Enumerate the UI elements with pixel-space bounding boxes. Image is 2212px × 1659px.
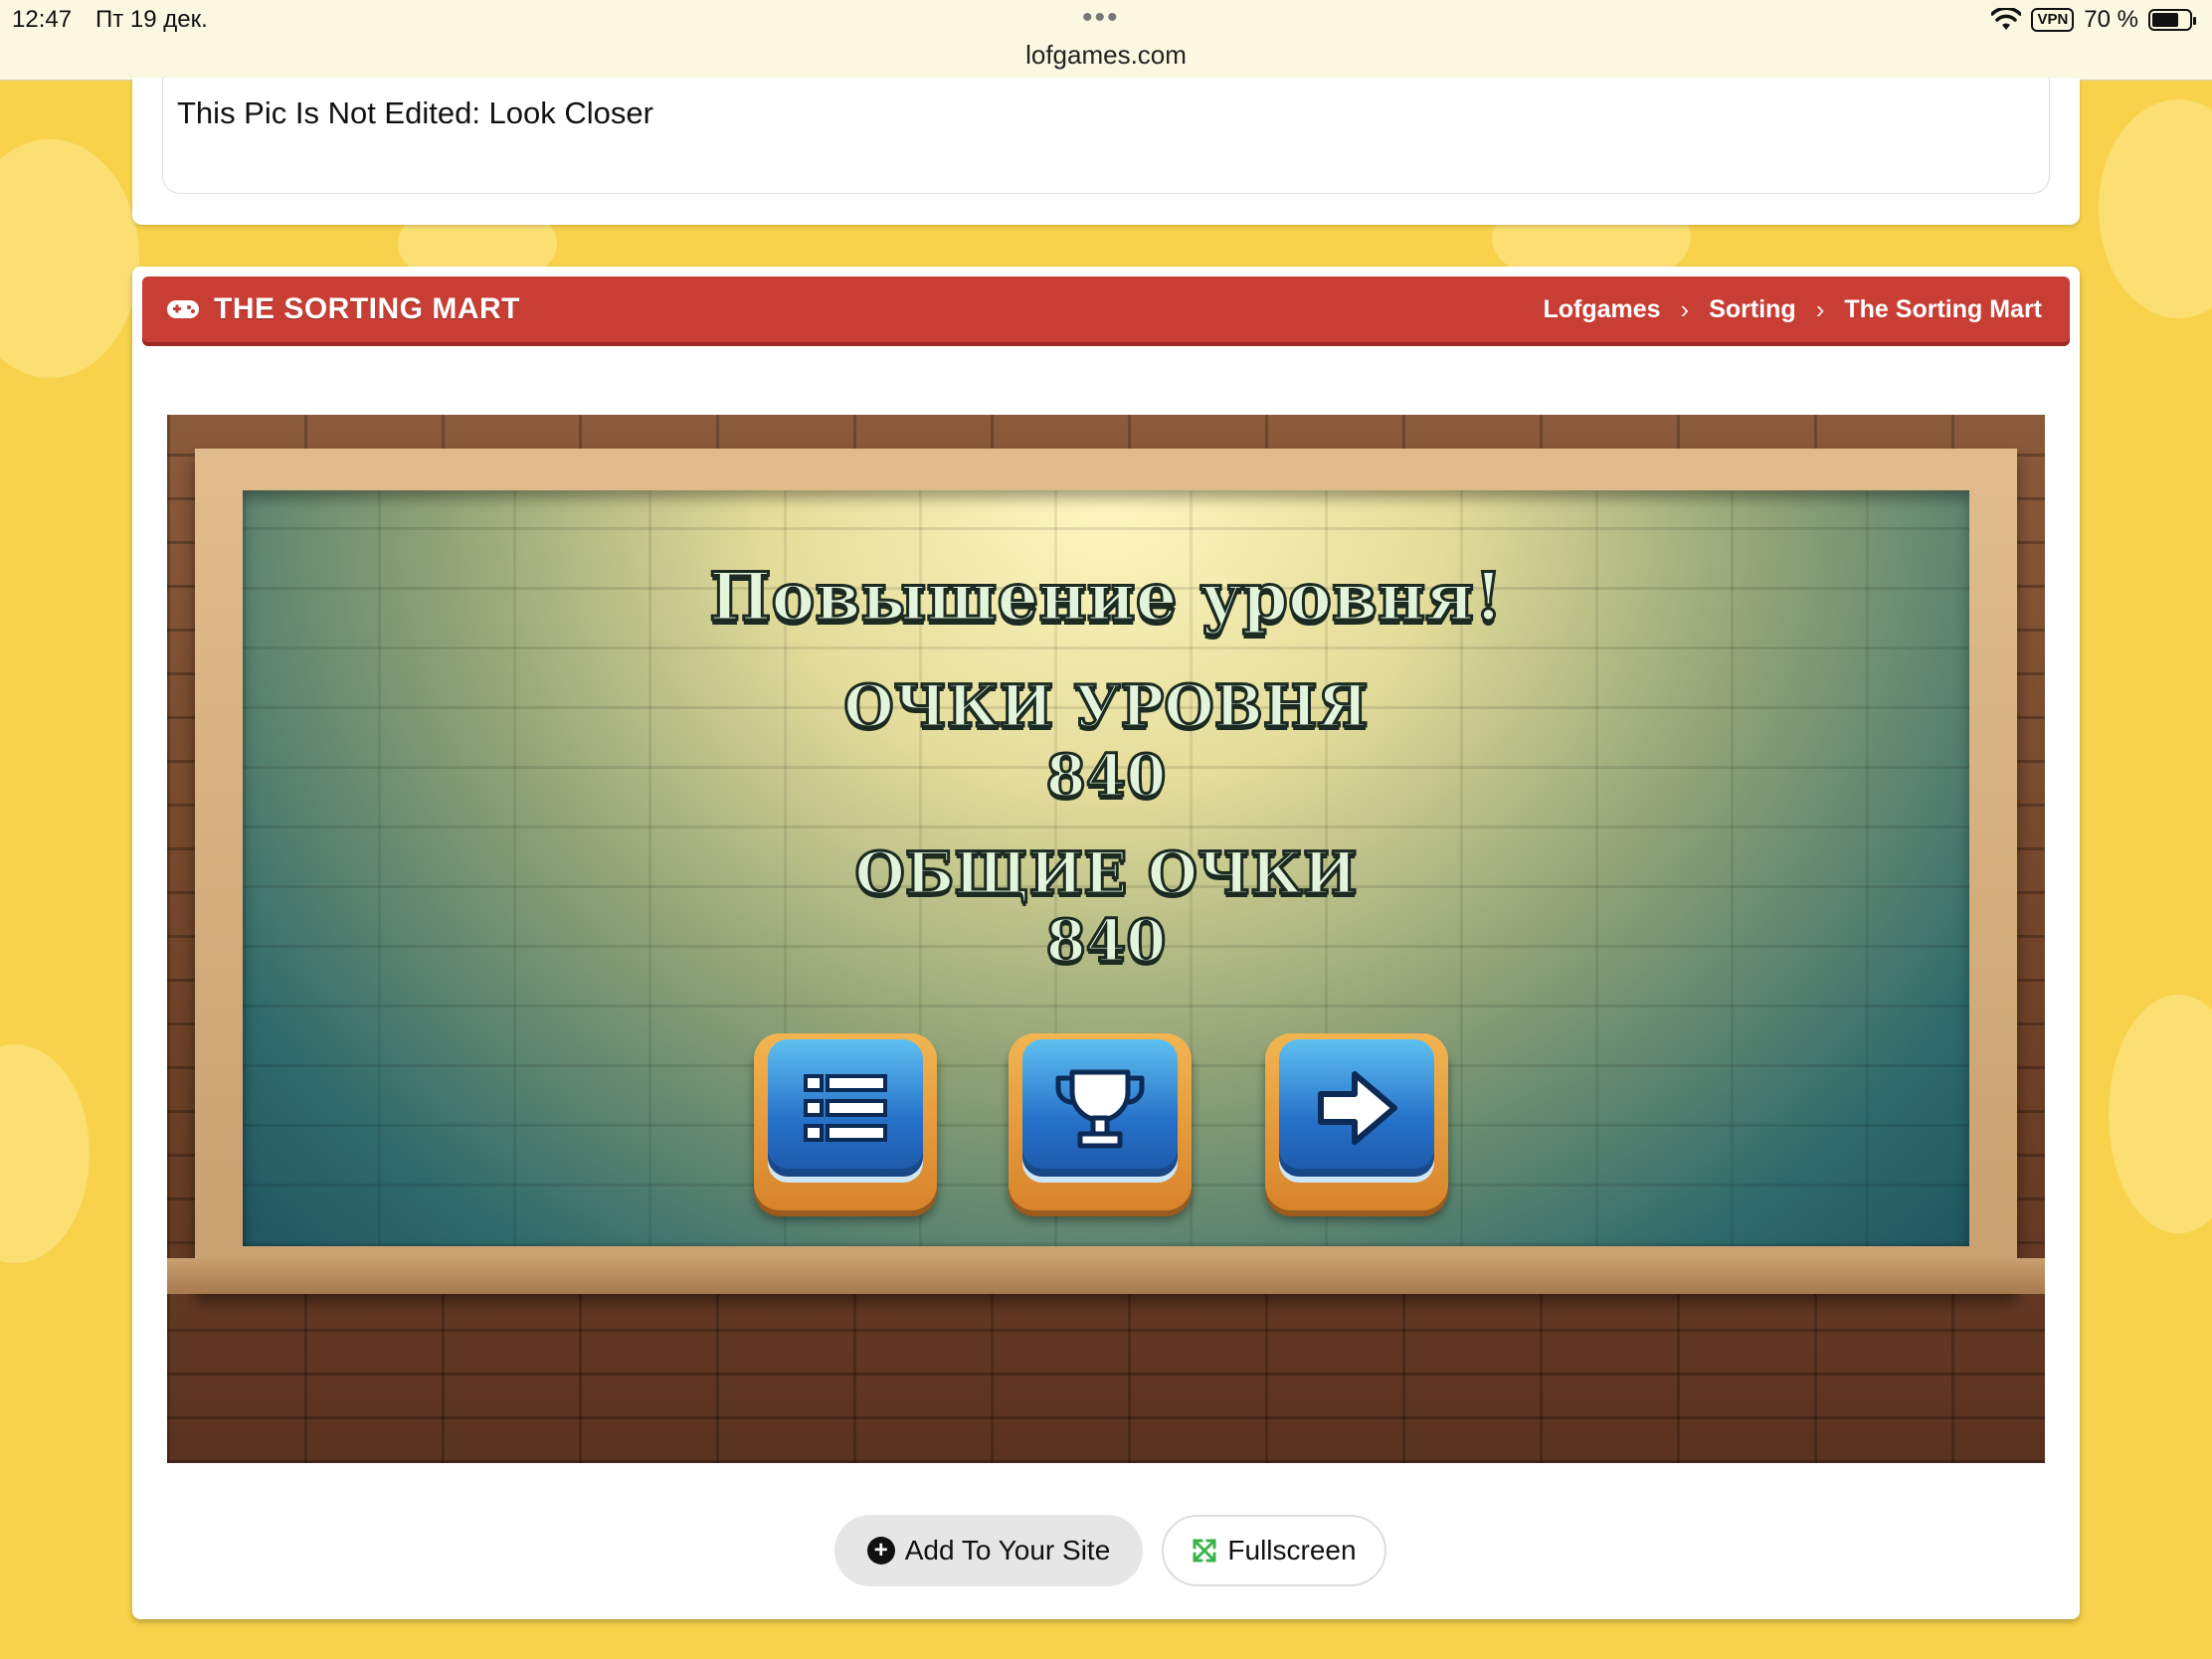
menu-list-icon xyxy=(804,1074,887,1142)
level-up-heading: Повышение уровня! xyxy=(708,557,1505,638)
menu-button[interactable] xyxy=(754,1033,937,1210)
level-score-value: 840 xyxy=(1044,741,1168,812)
background-decoration xyxy=(2099,99,2212,318)
top-card-inner: This Pic Is Not Edited: Look Closer xyxy=(162,78,2050,194)
background-decoration xyxy=(0,139,139,378)
breadcrumb-sorting[interactable]: Sorting xyxy=(1709,295,1796,324)
game-header-bar: THE SORTING MART Lofgames › Sorting › Th… xyxy=(142,276,2070,342)
chevron-right-icon: › xyxy=(1815,293,1825,324)
top-card: This Pic Is Not Edited: Look Closer xyxy=(132,78,2080,225)
wifi-icon xyxy=(1991,8,2022,30)
battery-percent: 70 % xyxy=(2084,6,2138,33)
status-date: Пт 19 дек. xyxy=(95,6,208,33)
more-dots-icon[interactable]: ••• xyxy=(1082,3,1120,33)
address-bar[interactable]: lofgames.com xyxy=(0,40,2212,71)
add-to-site-button[interactable]: + Add To Your Site xyxy=(834,1515,1143,1586)
total-score-label: ОБЩИЕ ОЧКИ xyxy=(853,838,1359,909)
trophy-icon xyxy=(1055,1069,1145,1149)
add-to-site-label: Add To Your Site xyxy=(904,1535,1111,1566)
breadcrumb: Lofgames › Sorting › The Sorting Mart xyxy=(1543,276,2042,342)
background-decoration xyxy=(0,1044,90,1263)
fullscreen-icon xyxy=(1193,1539,1216,1563)
next-arrow-icon xyxy=(1318,1071,1397,1145)
breadcrumb-lofgames[interactable]: Lofgames xyxy=(1543,295,1660,324)
status-indicators: VPN 70 % xyxy=(1991,6,2196,34)
leaderboard-button[interactable] xyxy=(1009,1033,1192,1210)
background-decoration xyxy=(2109,995,2212,1233)
related-link-text[interactable]: This Pic Is Not Edited: Look Closer xyxy=(177,95,653,131)
breadcrumb-current[interactable]: The Sorting Mart xyxy=(1844,295,2042,324)
board-ledge xyxy=(167,1258,2045,1294)
level-score-label: ОЧКИ УРОВНЯ xyxy=(842,671,1370,742)
battery-icon xyxy=(2148,9,2196,31)
total-score-value: 840 xyxy=(1044,906,1168,977)
plus-circle-icon: + xyxy=(866,1537,895,1565)
status-time: 12:47 xyxy=(12,6,73,33)
game-title: THE SORTING MART xyxy=(214,292,520,325)
game-canvas[interactable]: Повышение уровня! ОЧКИ УРОВНЯ 840 ОБЩИЕ … xyxy=(167,415,2045,1463)
game-card: THE SORTING MART Lofgames › Sorting › Th… xyxy=(132,267,2080,1619)
gamepad-icon xyxy=(167,300,199,318)
vpn-badge: VPN xyxy=(2031,8,2075,32)
chevron-right-icon: › xyxy=(1680,293,1690,324)
next-level-button[interactable] xyxy=(1265,1033,1448,1210)
browser-top-bar: 12:47 Пт 19 дек. ••• lofgames.com VPN 70… xyxy=(0,0,2212,81)
fullscreen-button[interactable]: Fullscreen xyxy=(1162,1515,1386,1586)
fullscreen-label: Fullscreen xyxy=(1227,1535,1357,1566)
